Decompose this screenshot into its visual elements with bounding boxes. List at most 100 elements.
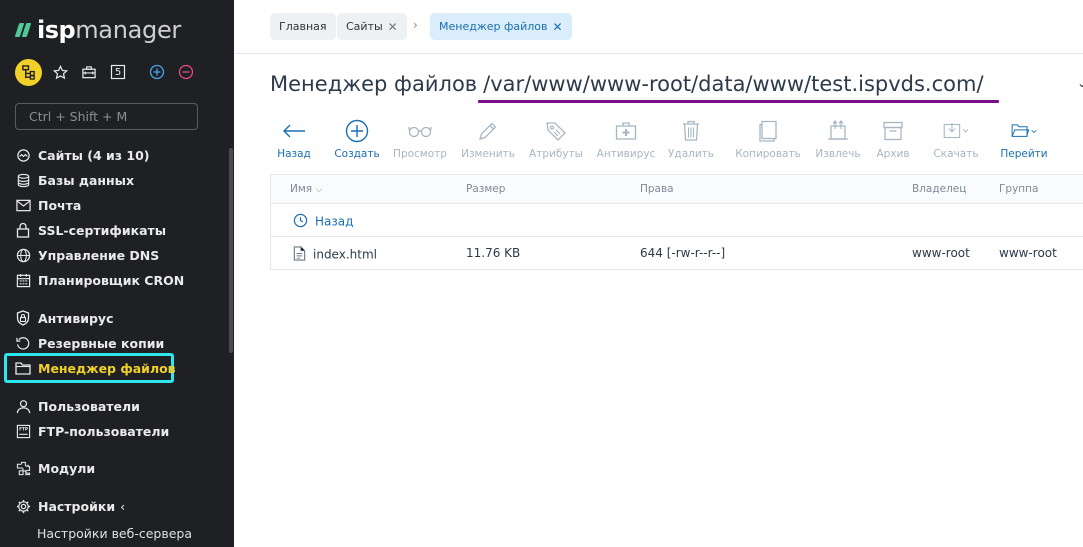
sitemap-avatar-icon[interactable] [15, 58, 42, 86]
database-icon [15, 172, 31, 188]
history-back-icon [293, 213, 308, 231]
folder-icon [15, 360, 31, 376]
toolbar-label: Просмотр [393, 148, 447, 160]
sidebar-item-label: FTP-пользователи [38, 423, 170, 439]
close-icon[interactable]: ✕ [553, 20, 563, 34]
sidebar-item-settings[interactable]: Настройки ‹ [15, 495, 125, 517]
close-icon[interactable]: ✕ [388, 20, 398, 34]
download-icon [943, 118, 969, 144]
gear-icon [15, 498, 31, 514]
sidebar-item-dns[interactable]: Управление DNS [15, 244, 159, 266]
back-label: Назад [315, 214, 354, 229]
globe-icon [15, 247, 31, 263]
sidebar-item-modules[interactable]: Модули [15, 457, 95, 479]
modules-icon [15, 460, 31, 476]
file-size-cell: 11.76 KB [466, 246, 521, 260]
file-name-cell[interactable]: index.html [293, 246, 377, 264]
ftp-icon: FTP [15, 423, 31, 439]
toolbar-download-button[interactable]: Скачать [924, 118, 988, 160]
trash-icon [678, 118, 704, 144]
briefcase-icon[interactable] [80, 63, 98, 81]
sidebar-scrollbar[interactable] [229, 148, 233, 353]
sidebar-item-label: Пользователи [38, 398, 140, 414]
sidebar-item-label: Модули [38, 460, 96, 476]
logo-text-bold: isp [37, 16, 76, 44]
logo-text-light: manager [75, 16, 181, 44]
sidebar-item-file-manager[interactable]: Менеджер файлов [4, 353, 176, 383]
table-header: Имя ⌵ Размер Права Владелец Группа [270, 174, 1083, 204]
toolbar-label: Копировать [735, 148, 801, 160]
chevron-down-icon[interactable]: ⌄ [1077, 76, 1083, 90]
logo-mark-icon [14, 21, 33, 39]
file-name: index.html [313, 247, 377, 262]
sidebar-subitem-webserver-settings[interactable]: Настройки веб-сервера [37, 526, 192, 541]
toolbar-label: Антивирус [596, 148, 656, 160]
column-header-permissions[interactable]: Права [640, 183, 674, 195]
shield-icon [15, 310, 31, 326]
toolbar-archive-button[interactable]: Архив [861, 118, 925, 160]
toolbar-label: Извлечь [815, 148, 861, 160]
archive-icon [880, 118, 906, 144]
sidebar-item-ssl[interactable]: SSL-сертификаты [15, 219, 166, 241]
column-header-group[interactable]: Группа [999, 183, 1038, 195]
column-header-owner[interactable]: Владелец [912, 183, 966, 195]
table-row-back[interactable]: Назад [270, 204, 1083, 237]
toolbar-label: Скачать [933, 148, 979, 160]
tab-file-manager[interactable]: Менеджер файлов ✕ [430, 13, 572, 40]
path-underline-annotation [478, 100, 999, 103]
toolbar-copy-button[interactable]: Копировать [735, 118, 801, 160]
toolbar-goto-button[interactable]: Перейти [992, 118, 1056, 160]
toolbar-attributes-button[interactable]: Атрибуты [524, 118, 588, 160]
toolbar-create-button[interactable]: Создать [325, 118, 389, 160]
tab-label: Главная [279, 20, 327, 33]
toolbar-label: Изменить [461, 148, 515, 160]
file-group-cell: www-root [999, 246, 1057, 260]
search-input[interactable] [15, 103, 198, 130]
file-icon [293, 246, 306, 264]
toolbar-antivirus-button[interactable]: Антивирус [594, 118, 658, 160]
back-link[interactable]: Назад [293, 213, 353, 231]
sidebar-item-ftp-users[interactable]: FTP FTP-пользователи [15, 420, 169, 442]
toolbar-view-button[interactable]: Просмотр [388, 118, 452, 160]
sidebar-item-label: Почта [38, 197, 82, 213]
sidebar-item-databases[interactable]: Базы данных [15, 169, 134, 191]
arrow-left-icon [281, 118, 307, 144]
sidebar-item-users[interactable]: Пользователи [15, 395, 140, 417]
folder-open-icon [1011, 118, 1037, 144]
sidebar-item-backups[interactable]: Резервные копии [15, 332, 164, 354]
tag-icon [543, 118, 569, 144]
column-header-size[interactable]: Размер [466, 183, 505, 195]
quick-badge-count: 5 [114, 67, 122, 78]
page-title: Менеджер файлов/var/www/www-root/data/ww… [270, 72, 984, 96]
star-icon[interactable] [51, 63, 69, 81]
tab-label: Сайты [346, 20, 383, 33]
add-circle-icon[interactable] [148, 63, 166, 81]
badge-count-icon[interactable]: 5 [109, 63, 127, 81]
toolbar-edit-button[interactable]: Изменить [456, 118, 520, 160]
medkit-icon [613, 118, 639, 144]
toolbar-label: Архив [876, 148, 910, 160]
toolbar-delete-button[interactable]: Удалить [659, 118, 723, 160]
app-logo[interactable]: isp manager [14, 16, 181, 44]
calendar-icon [15, 272, 31, 288]
mail-icon [15, 197, 31, 213]
file-table: Имя ⌵ Размер Права Владелец Группа Назад… [270, 174, 1083, 270]
toolbar-back-button[interactable]: Назад [262, 118, 326, 160]
backup-icon [15, 335, 31, 351]
page-title-text: Менеджер файлов [270, 72, 478, 96]
table-row[interactable]: index.html 11.76 KB 644 [-rw-r--r--] www… [270, 237, 1083, 270]
svg-text:FTP: FTP [19, 426, 28, 431]
column-header-name[interactable]: Имя ⌵ [290, 183, 322, 195]
tab-sites[interactable]: Сайты ✕ [337, 13, 407, 40]
file-permissions-cell: 644 [-rw-r--r--] [640, 246, 726, 260]
quick-access-bar: 5 [15, 58, 206, 86]
sidebar-item-sites[interactable]: Сайты (4 из 10) [15, 144, 150, 166]
sidebar: ispmanager 5 Сайты (4 из 10) Базы данн [0, 0, 234, 547]
sidebar-item-antivirus[interactable]: Антивирус [15, 307, 114, 329]
tab-home[interactable]: Главная [270, 13, 336, 40]
sidebar-item-mail[interactable]: Почта [15, 194, 81, 216]
sidebar-item-cron[interactable]: Планировщик CRON [15, 269, 184, 291]
toolbar-label: Создать [334, 148, 380, 160]
toolbar-label: Атрибуты [529, 148, 583, 160]
remove-circle-icon[interactable] [177, 63, 195, 81]
